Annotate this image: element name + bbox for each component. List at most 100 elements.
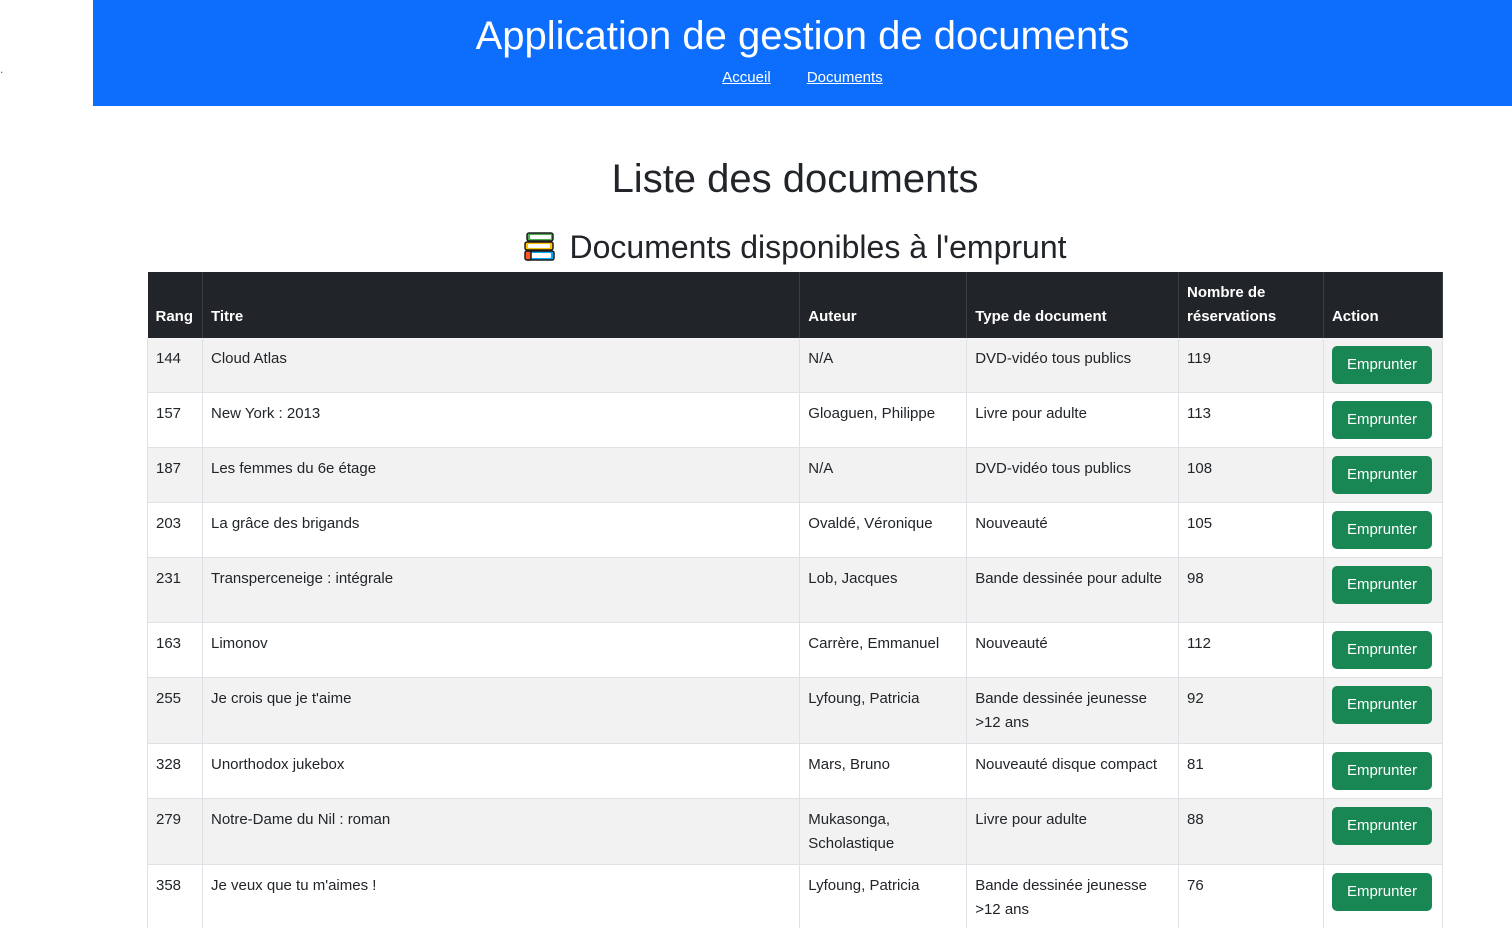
table-body: 144 Cloud Atlas N/A DVD-vidéo tous publi… — [147, 338, 1444, 928]
cell-rang: 231 — [147, 557, 203, 623]
emprunter-button[interactable]: Emprunter — [1331, 686, 1432, 724]
cell-auteur: Gloaguen, Philippe — [799, 392, 968, 448]
table-header-row: Rang Titre Auteur Type de document Nombr… — [147, 272, 1444, 338]
cell-reservations: 108 — [1178, 447, 1324, 503]
table-row: 163 Limonov Carrère, Emmanuel Nouveauté … — [147, 622, 1444, 678]
cell-rang: 358 — [147, 864, 203, 928]
cell-reservations: 112 — [1178, 622, 1324, 678]
cell-titre: Limonov — [202, 622, 801, 678]
cell-auteur: Ovaldé, Véronique — [799, 502, 968, 558]
cell-reservations: 105 — [1178, 502, 1324, 558]
cell-action: Emprunter — [1323, 677, 1444, 744]
table-row: 187 Les femmes du 6e étage N/A DVD-vidéo… — [147, 447, 1444, 503]
cell-reservations: 98 — [1178, 557, 1324, 623]
column-header-reservations: Nombre de réservations — [1178, 272, 1324, 338]
cell-action: Emprunter — [1323, 557, 1444, 623]
cell-titre: La grâce des brigands — [202, 502, 801, 558]
page-title: Liste des documents — [611, 157, 979, 201]
cell-reservations: 88 — [1178, 798, 1324, 865]
cell-titre: Je crois que je t'aime — [202, 677, 801, 744]
cell-rang: 328 — [147, 743, 203, 799]
emprunter-button[interactable]: Emprunter — [1331, 401, 1432, 439]
cell-auteur: Carrère, Emmanuel — [799, 622, 968, 678]
cell-action: Emprunter — [1323, 392, 1444, 448]
cell-rang: 144 — [147, 338, 203, 393]
column-header-rang: Rang — [147, 272, 203, 338]
nav-link-documents[interactable]: Documents — [807, 69, 883, 86]
cell-type: Bande dessinée jeunesse >12 ans — [966, 677, 1180, 744]
cell-type: Livre pour adulte — [966, 798, 1180, 865]
cell-action: Emprunter — [1323, 502, 1444, 558]
table-row: 157 New York : 2013 Gloaguen, Philippe L… — [147, 392, 1444, 448]
cell-auteur: Lyfoung, Patricia — [799, 677, 968, 744]
cell-titre: New York : 2013 — [202, 392, 801, 448]
cell-auteur: Lob, Jacques — [799, 557, 968, 623]
cell-action: Emprunter — [1323, 798, 1444, 865]
cell-titre: Je veux que tu m'aimes ! — [202, 864, 801, 928]
stray-dot: . — [0, 62, 4, 76]
table-row: 255 Je crois que je t'aime Lyfoung, Patr… — [147, 677, 1444, 744]
page: . Application de gestion de documents Ac… — [0, 0, 1512, 928]
cell-type: Bande dessinée jeunesse >12 ans — [966, 864, 1180, 928]
cell-type: Bande dessinée pour adulte — [966, 557, 1180, 623]
cell-titre: Les femmes du 6e étage — [202, 447, 801, 503]
cell-rang: 203 — [147, 502, 203, 558]
cell-action: Emprunter — [1323, 864, 1444, 928]
cell-rang: 163 — [147, 622, 203, 678]
cell-reservations: 81 — [1178, 743, 1324, 799]
table-row: 279 Notre-Dame du Nil : roman Mukasonga,… — [147, 798, 1444, 865]
emprunter-button[interactable]: Emprunter — [1331, 511, 1432, 549]
cell-rang: 187 — [147, 447, 203, 503]
emprunter-button[interactable]: Emprunter — [1331, 873, 1432, 911]
cell-titre: Cloud Atlas — [202, 338, 801, 393]
table-row: 231 Transperceneige : intégrale Lob, Jac… — [147, 557, 1444, 623]
cell-reservations: 76 — [1178, 864, 1324, 928]
emprunter-button[interactable]: Emprunter — [1331, 631, 1432, 669]
table-head: Rang Titre Auteur Type de document Nombr… — [147, 272, 1444, 338]
cell-action: Emprunter — [1323, 338, 1444, 393]
cell-reservations: 92 — [1178, 677, 1324, 744]
emprunter-button[interactable]: Emprunter — [1331, 752, 1432, 790]
cell-auteur: N/A — [799, 338, 968, 393]
nav-link-accueil[interactable]: Accueil — [722, 69, 770, 86]
cell-type: DVD-vidéo tous publics — [966, 447, 1180, 503]
cell-titre: Unorthodox jukebox — [202, 743, 801, 799]
cell-type: Nouveauté — [966, 502, 1180, 558]
cell-reservations: 119 — [1178, 338, 1324, 393]
cell-action: Emprunter — [1323, 622, 1444, 678]
cell-type: DVD-vidéo tous publics — [966, 338, 1180, 393]
cell-titre: Notre-Dame du Nil : roman — [202, 798, 801, 865]
emprunter-button[interactable]: Emprunter — [1331, 456, 1432, 494]
cell-type: Nouveauté — [966, 622, 1180, 678]
column-header-auteur: Auteur — [799, 272, 968, 338]
app-header: Application de gestion de documents Accu… — [93, 0, 1512, 106]
cell-action: Emprunter — [1323, 743, 1444, 799]
column-header-action: Action — [1323, 272, 1444, 338]
cell-type: Livre pour adulte — [966, 392, 1180, 448]
emprunter-button[interactable]: Emprunter — [1331, 566, 1432, 604]
cell-titre: Transperceneige : intégrale — [202, 557, 801, 623]
cell-auteur: Lyfoung, Patricia — [799, 864, 968, 928]
table-row: 358 Je veux que tu m'aimes ! Lyfoung, Pa… — [147, 864, 1444, 928]
cell-auteur: N/A — [799, 447, 968, 503]
table-row: 144 Cloud Atlas N/A DVD-vidéo tous publi… — [147, 338, 1444, 393]
column-header-type: Type de document — [966, 272, 1180, 338]
emprunter-button[interactable]: Emprunter — [1331, 346, 1432, 384]
cell-type: Nouveauté disque compact — [966, 743, 1180, 799]
cell-auteur: Mukasonga, Scholastique — [799, 798, 968, 865]
emprunter-button[interactable]: Emprunter — [1331, 807, 1432, 845]
app-title: Application de gestion de documents — [475, 14, 1130, 58]
cell-rang: 255 — [147, 677, 203, 744]
section-title-text: Documents disponibles à l'emprunt — [569, 229, 1067, 265]
cell-rang: 279 — [147, 798, 203, 865]
table-row: 203 La grâce des brigands Ovaldé, Véroni… — [147, 502, 1444, 558]
cell-action: Emprunter — [1323, 447, 1444, 503]
cell-rang: 157 — [147, 392, 203, 448]
main-nav: Accueil Documents — [93, 69, 1512, 86]
table-row: 328 Unorthodox jukebox Mars, Bruno Nouve… — [147, 743, 1444, 799]
documents-table: Rang Titre Auteur Type de document Nombr… — [147, 272, 1444, 928]
cell-auteur: Mars, Bruno — [799, 743, 968, 799]
cell-reservations: 113 — [1178, 392, 1324, 448]
column-header-titre: Titre — [202, 272, 801, 338]
books-icon — [523, 230, 557, 264]
